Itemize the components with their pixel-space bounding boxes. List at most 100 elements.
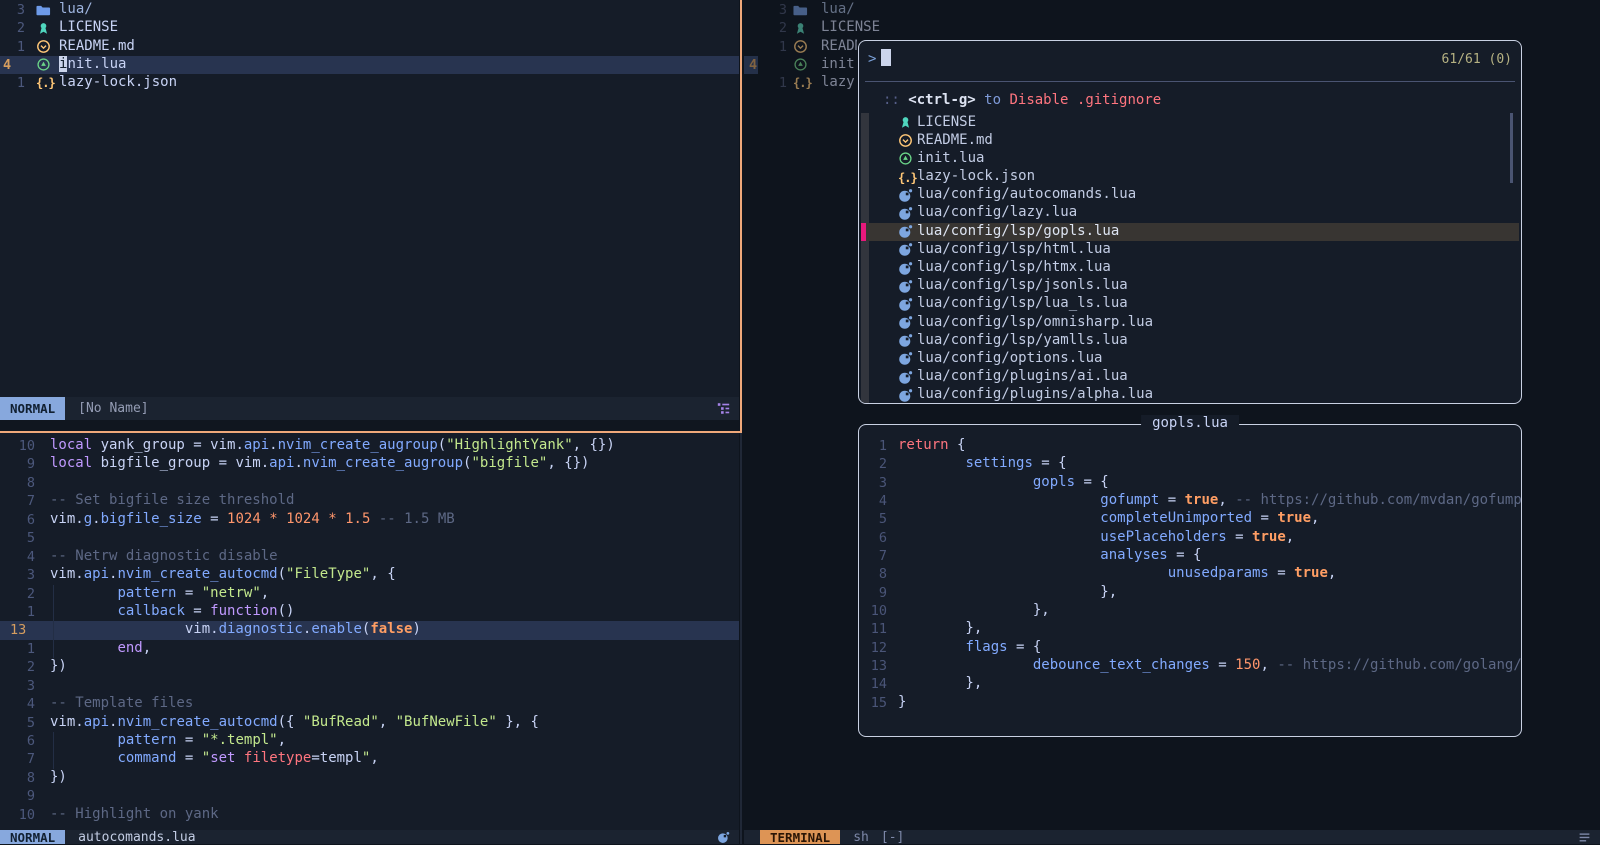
line-number: 4 xyxy=(749,57,792,73)
picker-item[interactable]: lua/config/lsp/omnisharp.lua xyxy=(859,314,1521,332)
file-path: LICENSE xyxy=(917,114,976,130)
picker-item[interactable]: lua/config/lsp/htmx.lua xyxy=(859,259,1521,277)
file-path: lua/config/plugins/alpha.lua xyxy=(917,386,1153,402)
code-line[interactable]: 13 vim.diagnostic.enable(false) xyxy=(0,621,739,639)
preview-line: 6 usePlaceholders = true, xyxy=(859,529,1521,547)
file-name: init.lua xyxy=(59,56,126,72)
buffer-name: autocomands.lua xyxy=(78,830,195,845)
lua-icon xyxy=(898,242,913,257)
picker-item[interactable]: README.md xyxy=(859,132,1521,150)
code-line[interactable]: 10-- Highlight on yank xyxy=(0,806,739,824)
line-number: 3 xyxy=(0,2,25,18)
code-line[interactable]: 3vim.api.nvim_create_autocmd("FileType",… xyxy=(0,566,739,584)
code-line[interactable]: 8 xyxy=(0,474,739,492)
statusline-editor: NORMAL autocomands.lua xyxy=(0,830,739,844)
picker-item[interactable]: lua/config/lsp/jsonls.lua xyxy=(859,277,1521,295)
code-line[interactable]: 4-- Template files xyxy=(0,695,739,713)
line-number: 10 xyxy=(0,438,35,454)
code-line[interactable]: 9 xyxy=(0,787,739,805)
picker-item[interactable]: lua/config/options.lua xyxy=(859,350,1521,368)
lua-icon xyxy=(898,206,913,221)
preview-line: 3 gopls = { xyxy=(859,474,1521,492)
picker-item[interactable]: lua/config/lsp/lua_ls.lua xyxy=(859,295,1521,313)
code-line[interactable]: 1 callback = function() xyxy=(0,603,739,621)
license-icon xyxy=(36,21,51,36)
license-icon xyxy=(898,115,913,130)
explorer-row[interactable]: 1{.}lazy-lock.json xyxy=(0,74,739,92)
preview-line: 10 }, xyxy=(859,602,1521,620)
preview-line: 12 flags = { xyxy=(859,639,1521,657)
code-line[interactable]: 1 end, xyxy=(0,640,739,658)
json-icon: {.} xyxy=(898,170,913,185)
file-name: lua/ xyxy=(59,1,93,17)
command-line-area xyxy=(0,420,739,431)
lua-icon xyxy=(898,188,913,203)
picker-item[interactable]: {.} lazy-lock.json xyxy=(859,168,1521,186)
picker-item[interactable]: lua/config/plugins/ai.lua xyxy=(859,368,1521,386)
preview-line: 11 }, xyxy=(859,620,1521,638)
code-line[interactable]: 6vim.g.bigfile_size = 1024 * 1024 * 1.5 … xyxy=(0,511,739,529)
line-number: 5 xyxy=(859,511,887,527)
list-icon xyxy=(1578,831,1591,844)
line-number: 10 xyxy=(859,603,887,619)
preview-window: gopls.lua 1return {2 settings = {3 gopls… xyxy=(858,424,1522,737)
picker-item-selected[interactable]: lua/config/lsp/gopls.lua xyxy=(859,223,1521,241)
picker-item[interactable]: lua/config/lsp/html.lua xyxy=(859,241,1521,259)
file-path: lua/config/lsp/yamlls.lua xyxy=(917,332,1128,348)
code-line[interactable]: 10local yank_group = vim.api.nvim_create… xyxy=(0,437,739,455)
picker-item[interactable]: lua/config/lazy.lua xyxy=(859,204,1521,222)
explorer-row[interactable]: 1README.md xyxy=(0,38,739,56)
code-line[interactable]: 7 command = "set filetype=templ", xyxy=(0,750,739,768)
explorer-row[interactable]: 2LICENSE xyxy=(744,19,1600,37)
statusline-terminal: TERMINAL sh [-] xyxy=(744,830,1600,844)
line-number: 2 xyxy=(0,586,35,602)
line-number: 9 xyxy=(0,788,35,804)
mode-indicator: TERMINAL xyxy=(760,830,840,844)
explorer-row[interactable]: 3 lua/ xyxy=(0,1,739,19)
line-number: 8 xyxy=(859,566,887,582)
outline-icon xyxy=(717,402,730,415)
code-line[interactable]: 2}) xyxy=(0,658,739,676)
terminal-cursor[interactable] xyxy=(881,49,891,66)
explorer-row[interactable]: 3lua/ xyxy=(744,1,1600,19)
picker-item[interactable]: init.lua xyxy=(859,150,1521,168)
explorer-row[interactable]: 2LICENSE xyxy=(0,19,739,37)
line-number: 6 xyxy=(0,512,35,528)
picker-scrollbar[interactable] xyxy=(1510,113,1513,183)
file-explorer-list: 3 lua/2LICENSE1README.md4init.lua1{.}lazy… xyxy=(0,1,739,92)
explorer-row[interactable]: 4init.lua xyxy=(0,56,739,74)
code-line[interactable]: 5vim.api.nvim_create_autocmd({ "BufRead"… xyxy=(0,714,739,732)
line-number: 8 xyxy=(0,475,35,491)
preview-line: 4 gofumpt = true, -- https://github.com/… xyxy=(859,492,1521,510)
code-line[interactable]: 3 xyxy=(0,677,739,695)
window-separator-active-horizontal[interactable] xyxy=(0,431,742,434)
code-line[interactable]: 2 pattern = "netrw", xyxy=(0,585,739,603)
line-number: 3 xyxy=(744,2,787,18)
window-separator[interactable] xyxy=(740,433,743,844)
code-line[interactable]: 9local bigfile_group = vim.api.nvim_crea… xyxy=(0,455,739,473)
picker-item[interactable]: lua/config/autocomands.lua xyxy=(859,186,1521,204)
buffer-name: sh xyxy=(853,830,869,845)
prompt-separator xyxy=(865,81,1515,82)
picker-item[interactable]: lua/config/plugins/alpha.lua xyxy=(859,386,1521,404)
picker-item[interactable]: LICENSE xyxy=(859,114,1521,132)
code-line[interactable]: 8}) xyxy=(0,769,739,787)
line-number: 2 xyxy=(859,456,887,472)
file-path: lua/config/plugins/ai.lua xyxy=(917,368,1128,384)
file-path: init.lua xyxy=(917,150,984,166)
selection-marker xyxy=(861,223,866,241)
statusline-explorer: NORMAL [No Name] xyxy=(0,397,739,420)
mode-indicator: NORMAL xyxy=(0,830,65,844)
picker-results-list: LICENSE README.mdinit.lua {.} lazy-lock.jso… xyxy=(859,114,1521,405)
file-path: lua/config/options.lua xyxy=(917,350,1102,366)
window-separator-active[interactable] xyxy=(740,0,743,433)
file-path: lazy-lock.json xyxy=(917,168,1035,184)
code-line[interactable]: 4-- Netrw diagnostic disable xyxy=(0,548,739,566)
code-line[interactable]: 5 xyxy=(0,529,739,547)
json-icon: {.} xyxy=(793,76,808,91)
code-line[interactable]: 7-- Set bigfile size threshold xyxy=(0,492,739,510)
code-line[interactable]: 6 pattern = "*.templ", xyxy=(0,732,739,750)
line-number: 5 xyxy=(0,715,35,731)
picker-item[interactable]: lua/config/lsp/yamlls.lua xyxy=(859,332,1521,350)
lua-icon xyxy=(898,315,913,330)
